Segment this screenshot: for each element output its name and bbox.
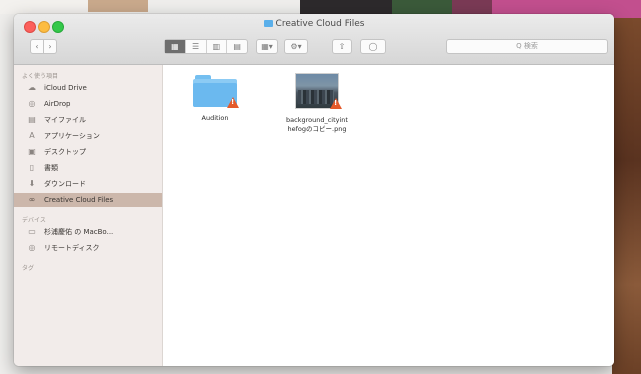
gallery-view-button[interactable]: ▤ <box>227 40 247 53</box>
file-name-line-1: background_cityint <box>286 116 348 124</box>
title-bar: Creative Cloud Files ‹ › ▦ ☰ ▥ ▤ ▦▾ ⚙▾ ⇧… <box>14 14 614 65</box>
image-thumbnail-icon <box>295 73 342 109</box>
sidebar-item-label: ダウンロード <box>44 180 86 188</box>
sidebar-item-label: マイファイル <box>44 116 86 124</box>
creative-cloud-icon: ∞ <box>28 195 36 204</box>
desktop-background <box>0 0 88 14</box>
finder-window: Creative Cloud Files ‹ › ▦ ☰ ▥ ▤ ▦▾ ⚙▾ ⇧… <box>14 14 614 366</box>
warning-icon <box>227 97 239 108</box>
file-name: Audition <box>201 114 229 122</box>
sidebar: よく使う項目 ☁ iCloud Drive ◎ AirDrop ▤ マイファイル… <box>14 65 163 366</box>
arrange-button[interactable]: ▦▾ <box>256 39 278 54</box>
share-button[interactable]: ⇧ <box>332 39 352 54</box>
sidebar-item-desktop[interactable]: ▣ デスクトップ <box>14 145 162 159</box>
view-mode-control: ▦ ☰ ▥ ▤ <box>164 39 248 54</box>
sidebar-item-icloud-drive[interactable]: ☁ iCloud Drive <box>14 81 162 95</box>
column-view-button[interactable]: ▥ <box>207 40 228 53</box>
sidebar-item-label: iCloud Drive <box>44 84 87 92</box>
desktop-icon: ▣ <box>28 147 36 156</box>
sidebar-item-airdrop[interactable]: ◎ AirDrop <box>14 97 162 111</box>
desktop-background <box>612 18 641 374</box>
sidebar-item-label: アプリケーション <box>44 132 100 140</box>
sidebar-item-label: 書類 <box>44 164 58 172</box>
sidebar-item-documents[interactable]: ▯ 書類 <box>14 161 162 175</box>
sidebar-section-favorites: よく使う項目 <box>22 73 59 80</box>
sidebar-item-label: リモートディスク <box>44 244 100 252</box>
folder-icon <box>193 73 239 108</box>
sidebar-section-devices: デバイス <box>22 217 46 224</box>
sidebar-item-all-files[interactable]: ▤ マイファイル <box>14 113 162 127</box>
file-item-background-image[interactable]: background_cityint hefogのコピー.png <box>271 73 363 134</box>
action-gear-button[interactable]: ⚙▾ <box>284 39 308 54</box>
all-files-icon: ▤ <box>28 115 36 124</box>
downloads-icon: ⬇ <box>28 179 36 188</box>
back-button[interactable]: ‹ <box>30 39 44 54</box>
applications-icon: A <box>29 131 35 140</box>
file-name-line-2: hefogのコピー.png <box>287 125 347 133</box>
sidebar-item-macbook[interactable]: ▭ 杉浦慶佑 の MacBo... <box>14 225 162 239</box>
documents-icon: ▯ <box>29 163 35 172</box>
search-input[interactable]: Q 検索 <box>446 39 608 54</box>
sidebar-item-downloads[interactable]: ⬇ ダウンロード <box>14 177 162 191</box>
sidebar-section-tags: タグ <box>22 265 35 272</box>
file-browser-content: Audition background_cityint hefogのコピー.pn… <box>163 65 614 366</box>
list-view-button[interactable]: ☰ <box>186 40 207 53</box>
sidebar-item-label: 杉浦慶佑 の MacBo... <box>44 228 114 236</box>
sidebar-item-creative-cloud-files[interactable]: ∞ Creative Cloud Files <box>14 193 162 207</box>
forward-button[interactable]: › <box>43 39 57 54</box>
laptop-icon: ▭ <box>28 227 36 236</box>
window-title: Creative Cloud Files <box>14 19 614 29</box>
file-item-audition[interactable]: Audition <box>185 73 245 123</box>
folder-icon <box>263 20 273 27</box>
cloud-icon: ☁ <box>28 83 36 92</box>
desktop-background <box>88 0 148 12</box>
tag-button[interactable]: ◯ <box>360 39 386 54</box>
remote-disc-icon: ◎ <box>28 243 36 252</box>
sidebar-item-label: デスクトップ <box>44 148 86 156</box>
warning-icon <box>330 98 342 109</box>
sidebar-item-label: Creative Cloud Files <box>44 196 114 204</box>
sidebar-item-remote-disc[interactable]: ◎ リモートディスク <box>14 241 162 255</box>
window-title-text: Creative Cloud Files <box>275 19 365 29</box>
sidebar-item-applications[interactable]: A アプリケーション <box>14 129 162 143</box>
airdrop-icon: ◎ <box>28 99 36 108</box>
icon-view-button[interactable]: ▦ <box>165 40 186 53</box>
sidebar-item-label: AirDrop <box>44 100 71 108</box>
